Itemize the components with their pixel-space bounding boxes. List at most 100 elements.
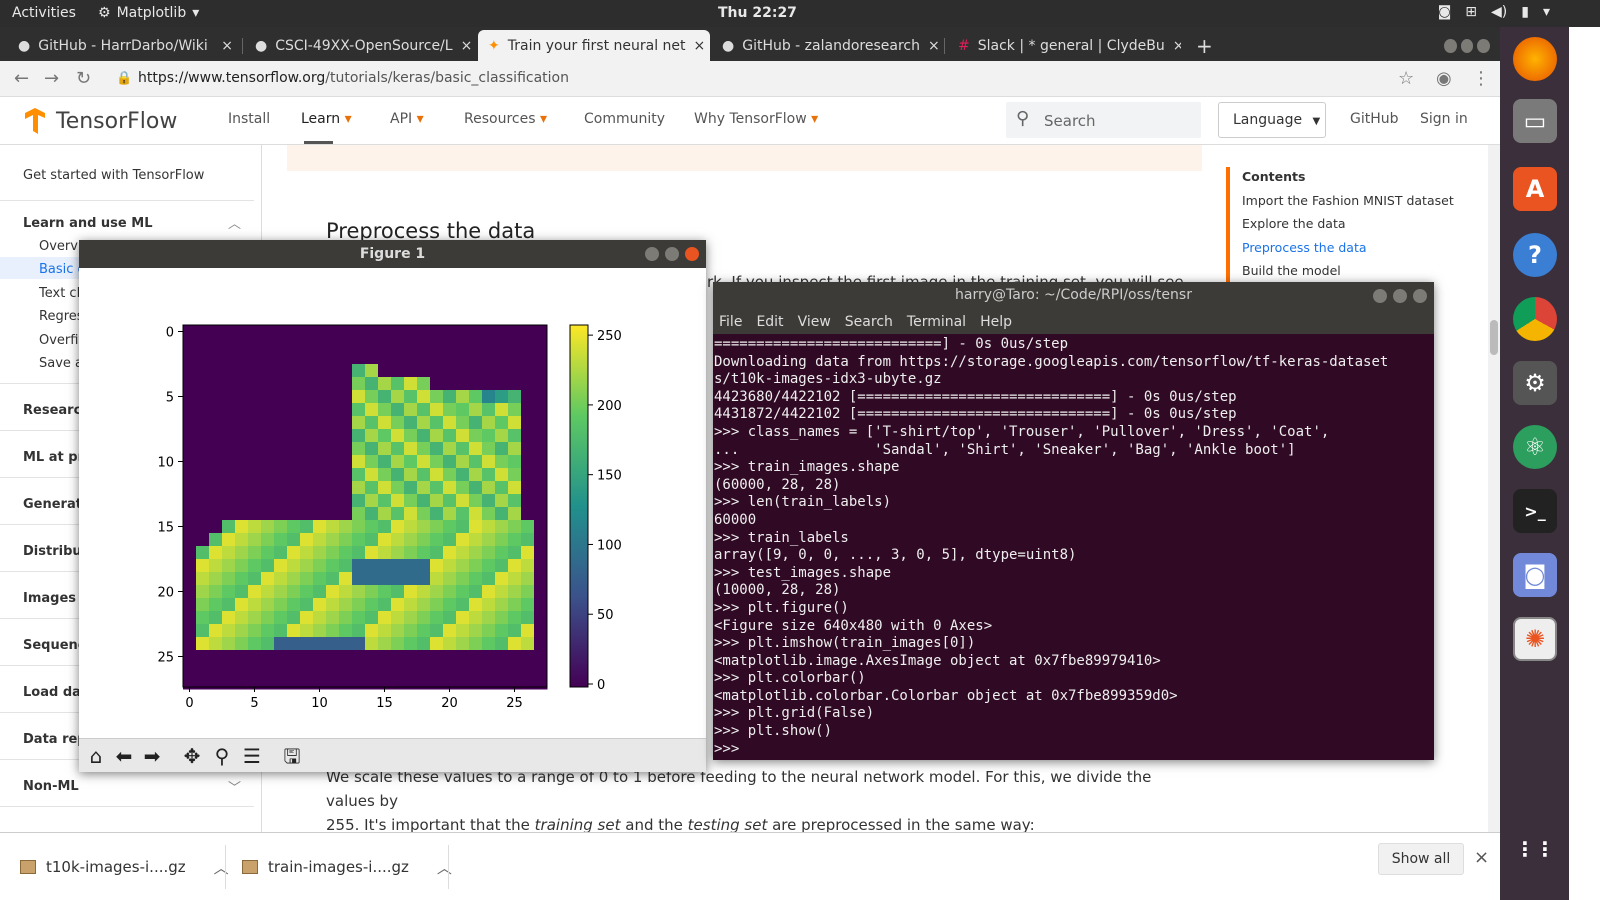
sidebar-item-learn-use-ml[interactable]: Learn and use ML bbox=[23, 216, 152, 231]
close-icon[interactable]: × bbox=[928, 38, 940, 54]
sidebar-sub-regression[interactable]: Regres bbox=[39, 309, 84, 324]
maximize-button[interactable] bbox=[665, 247, 679, 261]
toc-item-explore[interactable]: Explore the data bbox=[1242, 216, 1346, 231]
figure-canvas[interactable]: 0 5 10 15 20 25 0 5 10 15 20 25 250 200 150 100 50 0 bbox=[79, 268, 706, 738]
close-window-button[interactable] bbox=[1413, 289, 1427, 303]
bookmark-star-icon[interactable]: ☆ bbox=[1398, 68, 1414, 89]
tab-csci-opensource[interactable]: ● CSCI-49XX-OpenSource/L × bbox=[245, 30, 475, 61]
show-all-button[interactable]: Show all bbox=[1378, 843, 1464, 875]
menu-view[interactable]: View bbox=[798, 314, 831, 334]
chevron-up-icon[interactable]: ︿ bbox=[437, 857, 452, 878]
toc-item-preprocess[interactable]: Preprocess the data bbox=[1242, 240, 1367, 255]
minimize-button[interactable] bbox=[645, 247, 659, 261]
help-icon[interactable]: ? bbox=[1513, 233, 1557, 277]
nav-resources[interactable]: Resources ▾ bbox=[464, 111, 547, 127]
nav-install[interactable]: Install bbox=[228, 111, 270, 127]
profile-icon[interactable]: ◉ bbox=[1436, 68, 1452, 89]
back-arrow-icon[interactable]: ⬅ bbox=[111, 743, 137, 769]
colorbar-tick-label: 0 bbox=[597, 678, 605, 693]
network-icon[interactable]: ⊞ bbox=[1465, 4, 1477, 20]
nav-learn[interactable]: Learn ▾ bbox=[301, 111, 352, 127]
github-link[interactable]: GitHub bbox=[1350, 111, 1399, 127]
menu-kebab-icon[interactable]: ⋮ bbox=[1472, 68, 1490, 89]
forward-icon[interactable]: → bbox=[44, 68, 59, 89]
menu-edit[interactable]: Edit bbox=[756, 314, 783, 334]
atom-icon[interactable]: ⚛ bbox=[1513, 425, 1557, 469]
close-window-button[interactable] bbox=[685, 247, 699, 261]
menu-search[interactable]: Search bbox=[845, 314, 893, 334]
download-item[interactable]: t10k-images-i....gz ︿ bbox=[20, 847, 229, 887]
download-item[interactable]: train-images-i....gz ︿ bbox=[242, 847, 452, 887]
matplotlib-dock-icon[interactable]: ✺ bbox=[1513, 617, 1557, 661]
sign-in-link[interactable]: Sign in bbox=[1420, 111, 1468, 127]
pan-icon[interactable]: ✥ bbox=[179, 743, 205, 769]
toc-item-import[interactable]: Import the Fashion MNIST dataset bbox=[1242, 193, 1454, 208]
terminal-output[interactable]: ===========================] - 0s 0us/st… bbox=[713, 334, 1434, 760]
terminal-icon[interactable]: >_ bbox=[1513, 489, 1557, 533]
close-icon[interactable]: × bbox=[1474, 847, 1489, 868]
sidebar-item-get-started[interactable]: Get started with TensorFlow bbox=[23, 168, 204, 183]
tab-github-wiki[interactable]: ● GitHub - HarrDarbo/Wiki × bbox=[8, 30, 243, 61]
close-icon[interactable]: × bbox=[221, 38, 233, 54]
nav-api[interactable]: API ▾ bbox=[390, 111, 424, 127]
sidebar-item-non-ml[interactable]: Non-ML bbox=[23, 779, 79, 794]
back-icon[interactable]: ← bbox=[14, 68, 29, 89]
matplotlib-app-icon: ⚙ bbox=[98, 5, 111, 21]
tab-slack[interactable]: # Slack | * general | ClydeBu × bbox=[948, 30, 1181, 61]
software-center-icon[interactable]: A bbox=[1513, 167, 1557, 211]
chevron-down-icon[interactable]: ﹀ bbox=[228, 777, 241, 796]
clock[interactable]: Thu 22:27 bbox=[718, 5, 797, 21]
zoom-icon[interactable]: ⚲ bbox=[209, 743, 235, 769]
system-tray[interactable]: ◙ ⊞ ◀) ▮ ▾ bbox=[1438, 4, 1550, 20]
page-scrollbar[interactable] bbox=[1488, 145, 1500, 832]
language-select[interactable]: Language ▼ bbox=[1218, 102, 1326, 138]
chevron-up-icon[interactable]: ︿ bbox=[228, 213, 241, 232]
figure-titlebar[interactable]: Figure 1 bbox=[79, 240, 706, 268]
close-window-button[interactable] bbox=[1477, 38, 1491, 53]
url-field[interactable]: https://www.tensorflow.org/tutorials/ker… bbox=[138, 70, 569, 86]
tab-github-zalando[interactable]: ● GitHub - zalandoresearch × bbox=[712, 30, 945, 61]
new-tab-button[interactable]: + bbox=[1186, 30, 1216, 61]
sidebar-sub-overfitting[interactable]: Overfit bbox=[39, 333, 84, 348]
sidebar-sub-basic-classification[interactable]: Basic c bbox=[39, 262, 85, 277]
nav-community[interactable]: Community bbox=[584, 111, 665, 127]
chrome-icon[interactable] bbox=[1513, 297, 1557, 341]
menu-terminal[interactable]: Terminal bbox=[907, 314, 966, 334]
volume-icon[interactable]: ◀) bbox=[1491, 4, 1507, 20]
maximize-button[interactable] bbox=[1393, 289, 1407, 303]
maximize-button[interactable] bbox=[1460, 38, 1474, 53]
close-icon[interactable]: × bbox=[461, 38, 473, 54]
terminal-titlebar[interactable]: harry@Taro: ~/Code/RPI/oss/tensr bbox=[713, 282, 1434, 310]
settings-tools-icon[interactable]: ⚙ bbox=[1513, 361, 1557, 405]
sidebar-item-images[interactable]: Images bbox=[23, 591, 76, 606]
toc-item-build-model[interactable]: Build the model bbox=[1242, 263, 1341, 278]
close-icon[interactable]: × bbox=[1173, 38, 1181, 54]
tab-tensorflow-tutorial[interactable]: ✦ Train your first neural net × bbox=[478, 30, 710, 61]
minimize-button[interactable] bbox=[1373, 289, 1387, 303]
firefox-icon[interactable] bbox=[1513, 37, 1557, 81]
colorbar-tick-label: 50 bbox=[597, 608, 614, 623]
forward-arrow-icon[interactable]: ➡ bbox=[139, 743, 165, 769]
close-icon[interactable]: × bbox=[694, 38, 706, 54]
file-cabinet-icon[interactable]: ▭ bbox=[1513, 99, 1557, 143]
nav-why-tensorflow[interactable]: Why TensorFlow ▾ bbox=[694, 111, 818, 127]
reload-icon[interactable]: ↻ bbox=[76, 68, 91, 89]
discord-icon[interactable]: ◙ bbox=[1513, 553, 1557, 597]
chevron-up-icon[interactable]: ︿ bbox=[214, 857, 229, 878]
discord-tray-icon[interactable]: ◙ bbox=[1438, 4, 1452, 20]
minimize-button[interactable] bbox=[1444, 38, 1457, 53]
menu-help[interactable]: Help bbox=[980, 314, 1012, 334]
app-menu[interactable]: ⚙ Matplotlib ▾ bbox=[98, 5, 199, 21]
chevron-down-icon[interactable]: ▾ bbox=[1543, 4, 1550, 20]
tensorflow-logo[interactable]: TensorFlow bbox=[22, 107, 177, 135]
activities-button[interactable]: Activities bbox=[12, 5, 76, 21]
save-icon[interactable]: 🖫 bbox=[279, 743, 305, 769]
subplots-config-icon[interactable]: ☰ bbox=[239, 743, 265, 769]
home-icon[interactable]: ⌂ bbox=[83, 743, 109, 769]
search-input[interactable]: ⚲ Search bbox=[1006, 102, 1201, 138]
menu-file[interactable]: File bbox=[719, 314, 742, 334]
show-applications-icon[interactable]: ⋮⋮ bbox=[1513, 827, 1557, 871]
colorbar-tick-label: 150 bbox=[597, 469, 622, 484]
tab-label: GitHub - HarrDarbo/Wiki bbox=[38, 37, 208, 54]
battery-icon[interactable]: ▮ bbox=[1521, 4, 1529, 20]
